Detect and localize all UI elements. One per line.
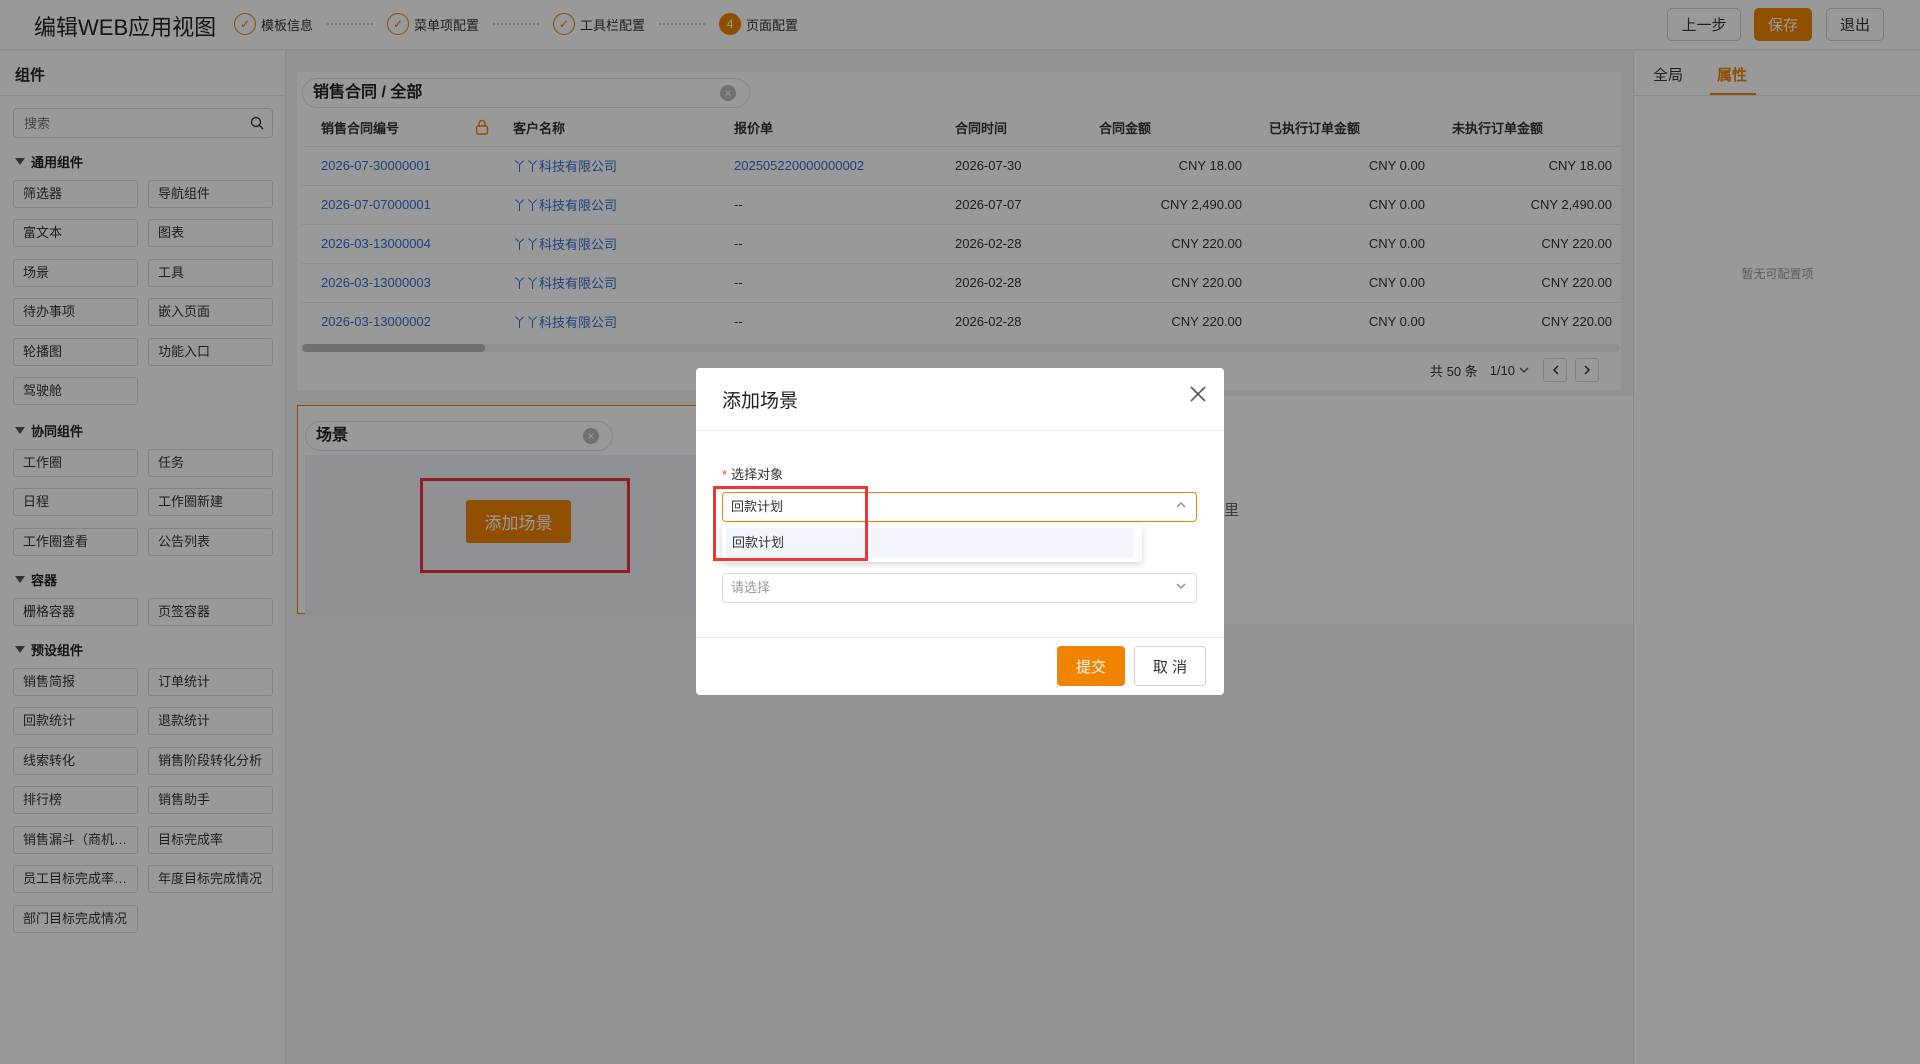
divider — [696, 637, 1224, 638]
field-label: * 选择对象 — [722, 464, 783, 483]
required-asterisk: * — [722, 467, 728, 482]
field-label-text: 选择对象 — [731, 467, 784, 482]
add-scene-dialog: 添加场景 * 选择对象 回款计划 请选择 回款计划 提交 取 消 — [696, 368, 1224, 695]
select-placeholder: 请选择 — [731, 580, 771, 595]
divider — [696, 430, 1224, 431]
close-icon[interactable] — [1190, 386, 1206, 402]
cancel-button[interactable]: 取 消 — [1134, 646, 1206, 686]
highlight-box — [713, 486, 868, 561]
dialog-title: 添加场景 — [722, 391, 799, 412]
second-select[interactable]: 请选择 — [722, 573, 1197, 603]
submit-button[interactable]: 提交 — [1057, 646, 1125, 686]
chevron-up-icon — [1176, 502, 1186, 508]
chevron-down-icon — [1176, 583, 1186, 589]
